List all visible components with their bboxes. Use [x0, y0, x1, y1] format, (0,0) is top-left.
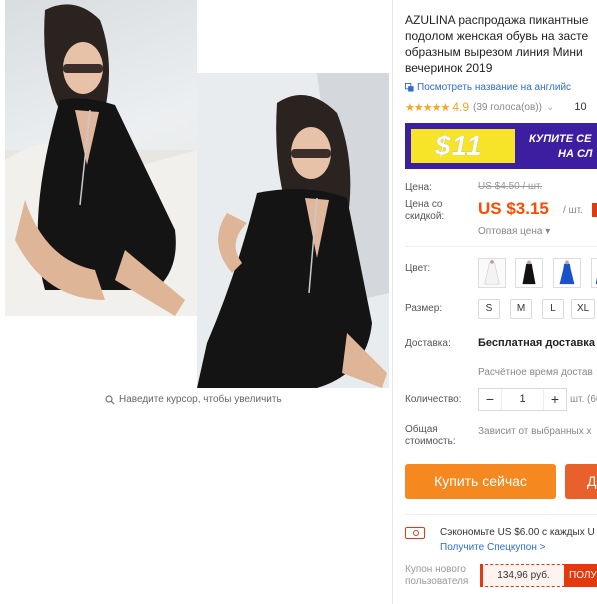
size-option-s[interactable]: S	[478, 299, 500, 319]
discount-label-line: Цена со	[405, 199, 443, 210]
new-user-coupon-amount: 134,96 руб.	[480, 564, 565, 587]
shipping-method[interactable]: Бесплатная доставка в	[478, 337, 597, 349]
color-swatch-white[interactable]	[478, 258, 506, 288]
black-dress-image	[516, 259, 542, 287]
size-option-m[interactable]: M	[510, 299, 532, 319]
magnifier-icon	[105, 394, 115, 405]
wholesale-price-link[interactable]: Оптовая цена ▾	[478, 226, 550, 237]
product-title-line: AZULINA распродажа пикантные	[405, 13, 589, 27]
product-title: AZULINA распродажа пикантные подолом жен…	[405, 12, 597, 76]
product-gallery: Наведите курсор, чтобы увеличить	[0, 0, 392, 604]
white-dress-image	[479, 259, 505, 287]
quantity-increase-button[interactable]: +	[544, 389, 566, 410]
coupon-save-text: Сэкономьте US $6.00 с каждых U	[440, 527, 595, 538]
product-title-line: подолом женская обувь на засте	[405, 29, 589, 43]
quantity-stepper: − 1 +	[478, 388, 567, 411]
promo-line: НА СЛ	[558, 148, 593, 160]
color-swatch-black[interactable]	[515, 258, 543, 288]
get-coupon-link[interactable]: Получите Спецкупон >	[440, 542, 546, 553]
orders-count: 10	[574, 101, 587, 113]
product-info-panel: AZULINA распродажа пикантные подолом жен…	[405, 0, 597, 604]
size-option-l[interactable]: L	[542, 299, 564, 319]
discount-price-label: Цена со скидкой:	[405, 199, 444, 223]
product-title-line: вечеринок 2019	[405, 61, 493, 75]
total-label-line: стоимость:	[405, 436, 456, 447]
chevron-down-icon[interactable]: ⌄	[546, 102, 554, 113]
quantity-unit: шт. (60	[570, 394, 597, 405]
total-label: Общая стоимость:	[405, 424, 456, 448]
new-user-coupon-label: Купон нового пользователя	[405, 564, 468, 588]
quantity-label: Количество:	[405, 394, 462, 405]
section-divider	[405, 514, 597, 515]
original-price: US $4.50 / шт.	[478, 181, 543, 192]
size-option-xl[interactable]: XL	[571, 299, 596, 319]
review-count-link[interactable]: (39 голоса(ов))	[473, 102, 542, 113]
total-label-line: Общая	[405, 424, 438, 435]
color-swatch-blue-alt[interactable]	[591, 258, 597, 288]
promo-line: КУПИТЕ СЕ	[529, 133, 592, 145]
add-to-cart-button[interactable]: Д	[565, 464, 597, 499]
translate-title-link[interactable]: Посмотреть название на английс	[405, 82, 571, 93]
zoom-hint: Наведите курсор, чтобы увеличить	[105, 394, 282, 405]
buy-now-button[interactable]: Купить сейчас	[405, 464, 556, 499]
promo-amount: $11	[435, 130, 483, 161]
discount-label-line: скидкой:	[405, 211, 445, 222]
rating-value: 4.9	[452, 100, 469, 114]
translate-link-text: Посмотреть название на английс	[417, 82, 572, 93]
product-title-line: образным вырезом линия Мини	[405, 45, 583, 59]
blue-dress-image	[592, 259, 597, 287]
price-label: Цена:	[405, 182, 432, 193]
color-swatch-blue[interactable]	[553, 258, 581, 288]
total-value: Зависит от выбранных х	[478, 426, 592, 437]
discount-price: US $3.15	[478, 199, 549, 218]
promo-banner[interactable]: $11 КУПИТЕ СЕ НА СЛ	[405, 123, 597, 169]
translate-icon	[405, 83, 414, 92]
zoom-hint-text: Наведите курсор, чтобы увеличить	[119, 394, 282, 405]
size-label: Размер:	[405, 303, 443, 314]
price-unit: / шт.	[563, 205, 583, 216]
shipping-time: Расчётное время достав	[478, 367, 593, 378]
color-label: Цвет:	[405, 263, 431, 274]
discount-badge	[592, 203, 597, 217]
panel-divider	[392, 0, 393, 604]
coupon-icon	[405, 527, 425, 539]
new-user-label-line: пользователя	[405, 576, 469, 587]
section-divider	[405, 246, 597, 247]
new-user-label-line: Купон нового	[405, 564, 466, 575]
promo-amount-tag: $11	[411, 129, 515, 163]
product-photo-main[interactable]	[5, 0, 197, 316]
quantity-input[interactable]: 1	[501, 389, 544, 410]
get-new-user-coupon-button[interactable]: ПОЛУ	[564, 564, 597, 587]
star-rating-icons: ★★★★★	[405, 101, 450, 114]
shipping-label: Доставка:	[405, 338, 451, 349]
quantity-decrease-button[interactable]: −	[479, 389, 501, 410]
rating-row: ★★★★★ 4.9 (39 голоса(ов)) ⌄ 10	[405, 100, 587, 114]
model-photo-image	[197, 73, 389, 388]
promo-text: КУПИТЕ СЕ НА СЛ	[529, 132, 592, 162]
product-photo-secondary[interactable]	[197, 73, 389, 388]
model-photo-image	[5, 4, 197, 316]
blue-dress-image	[554, 259, 580, 287]
